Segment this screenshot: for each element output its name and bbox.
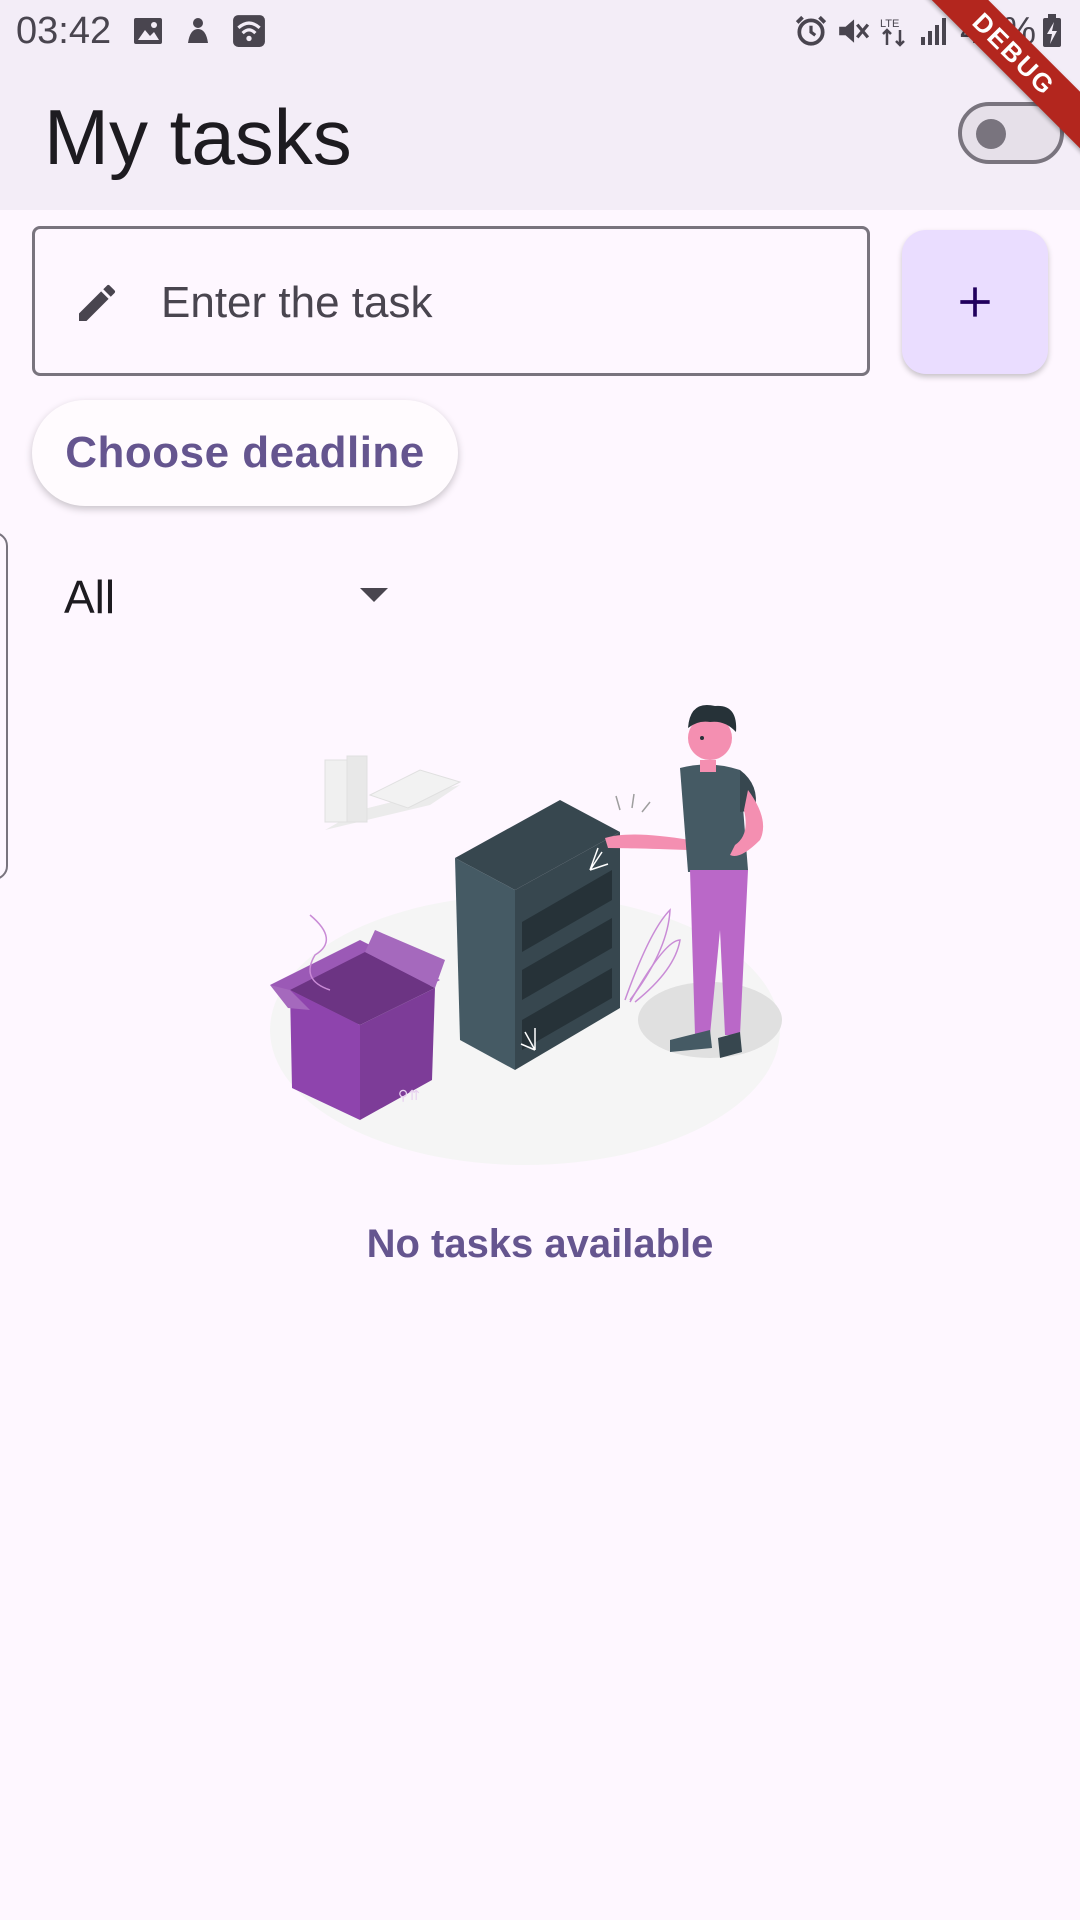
notification-icon (188, 18, 208, 43)
books-decoration (324, 755, 462, 830)
filter-selected-value: All (64, 571, 116, 623)
task-input[interactable] (161, 265, 841, 341)
empty-state-illustration: ⚲⇈ (270, 704, 782, 1165)
gallery-icon (134, 18, 162, 44)
wifi-icon (233, 15, 265, 47)
filter-dropdown[interactable]: All (60, 560, 400, 634)
switch-thumb (976, 119, 1006, 149)
choose-deadline-button[interactable]: Choose deadline (32, 400, 458, 506)
choose-deadline-label: Choose deadline (65, 428, 425, 477)
app-bar: My tasks (0, 64, 1080, 210)
page-title: My tasks (44, 93, 352, 181)
add-task-button[interactable] (902, 230, 1048, 374)
task-input-container[interactable] (32, 226, 870, 376)
signal-icon (921, 18, 946, 45)
plus-icon (960, 287, 990, 317)
lte-icon: LTE (880, 18, 905, 47)
mute-icon (839, 19, 870, 43)
dropdown-arrow-icon (360, 588, 388, 602)
svg-text:⚲⇈: ⚲⇈ (398, 1087, 420, 1103)
alarm-icon (795, 15, 827, 46)
empty-state-message: No tasks available (366, 1222, 714, 1266)
pencil-icon (79, 284, 116, 321)
status-bar: 03:42 LTE 40% (0, 0, 1080, 64)
svg-text:LTE: LTE (880, 18, 899, 30)
battery-charging-icon (1043, 14, 1061, 47)
drawer-edge-handle[interactable] (0, 532, 8, 880)
status-time: 03:42 (16, 10, 112, 52)
